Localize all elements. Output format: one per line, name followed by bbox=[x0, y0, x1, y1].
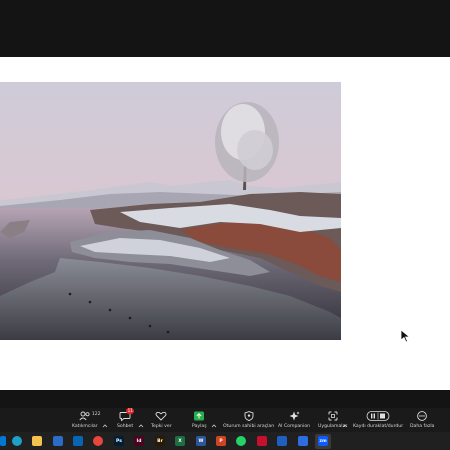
meeting-top-bar bbox=[0, 0, 450, 57]
red-app-icon[interactable] bbox=[257, 436, 267, 446]
chat-chevron-up-icon[interactable] bbox=[138, 414, 144, 428]
chrome-icon[interactable] bbox=[93, 436, 103, 446]
record-label: Kaydı duraklat/durdur bbox=[353, 424, 404, 429]
windows-taskbar: Ps Id Br X W Pzm bbox=[0, 432, 450, 450]
participant-count: 122 bbox=[91, 412, 101, 417]
meeting-bottom-strip bbox=[0, 390, 450, 408]
apps-chevron-up-icon[interactable] bbox=[342, 414, 348, 428]
excel-icon[interactable]: X bbox=[175, 436, 185, 446]
ai-companion-button[interactable]: AI Companion bbox=[278, 410, 310, 432]
indesign-text: Id bbox=[136, 438, 142, 444]
calendar-icon[interactable] bbox=[53, 436, 63, 446]
photoshop-text: Ps bbox=[116, 438, 122, 444]
excel-text: X bbox=[178, 438, 182, 444]
edge-icon[interactable] bbox=[12, 436, 22, 446]
meeting-toolbar: 122 Katılımcılar 11 Sohbet Tepki ver Pay… bbox=[0, 408, 450, 432]
word-icon[interactable]: W bbox=[196, 436, 206, 446]
more-label: Daha fazla bbox=[410, 424, 435, 429]
pause-stop-icon bbox=[366, 410, 390, 421]
chat-badge: 11 bbox=[126, 408, 135, 414]
chat-button[interactable]: 11 Sohbet bbox=[117, 408, 135, 432]
share-screen-icon bbox=[192, 410, 206, 421]
powerpoint-text: P bbox=[219, 438, 223, 444]
participants-button[interactable]: 122 Katılımcılar bbox=[72, 410, 101, 432]
word-text: W bbox=[198, 438, 204, 444]
bridge-icon[interactable]: Br bbox=[155, 436, 165, 446]
more-button[interactable]: Daha fazla bbox=[410, 410, 434, 432]
photoshop-icon[interactable]: Ps bbox=[114, 436, 124, 446]
participants-icon: 122 bbox=[78, 410, 101, 421]
windows-start-icon[interactable] bbox=[0, 436, 6, 446]
share-label: Paylaş bbox=[192, 424, 207, 429]
chat-icon: 11 bbox=[118, 408, 135, 421]
bridge-text: Br bbox=[157, 438, 163, 444]
participants-label: Katılımcılar bbox=[72, 424, 98, 429]
record-pause-stop-button[interactable]: Kaydı duraklat/durdur bbox=[353, 410, 403, 432]
reactions-button[interactable]: Tepki ver bbox=[151, 410, 172, 432]
host-tools-label: Oturum sahibi araçları bbox=[223, 424, 275, 429]
more-icon bbox=[415, 410, 429, 421]
reactions-label: Tepki ver bbox=[151, 424, 172, 429]
chat-label: Sohbet bbox=[117, 424, 134, 429]
zoom-icon[interactable]: zm bbox=[318, 436, 328, 446]
mouse-cursor-icon bbox=[400, 328, 412, 343]
share-chevron-up-icon[interactable] bbox=[211, 414, 217, 428]
shared-landscape-photo bbox=[0, 82, 341, 340]
outlook-icon[interactable] bbox=[73, 436, 83, 446]
diamond-app-icon[interactable] bbox=[298, 436, 308, 446]
file-explorer-icon[interactable] bbox=[32, 436, 42, 446]
ai-companion-label: AI Companion bbox=[278, 424, 311, 429]
blue-app-icon[interactable] bbox=[277, 436, 287, 446]
indesign-icon[interactable]: Id bbox=[134, 436, 144, 446]
apps-icon bbox=[326, 410, 340, 421]
share-screen-button[interactable]: Paylaş bbox=[192, 410, 207, 432]
participants-chevron-up-icon[interactable] bbox=[102, 414, 108, 428]
powerpoint-icon[interactable]: P bbox=[216, 436, 226, 446]
host-tools-button[interactable]: Oturum sahibi araçları bbox=[223, 410, 274, 432]
shield-icon bbox=[242, 410, 256, 421]
zoom-text: zm bbox=[319, 438, 327, 444]
whatsapp-icon[interactable] bbox=[236, 436, 246, 446]
heart-icon bbox=[154, 410, 168, 421]
sparkle-icon bbox=[287, 410, 301, 421]
